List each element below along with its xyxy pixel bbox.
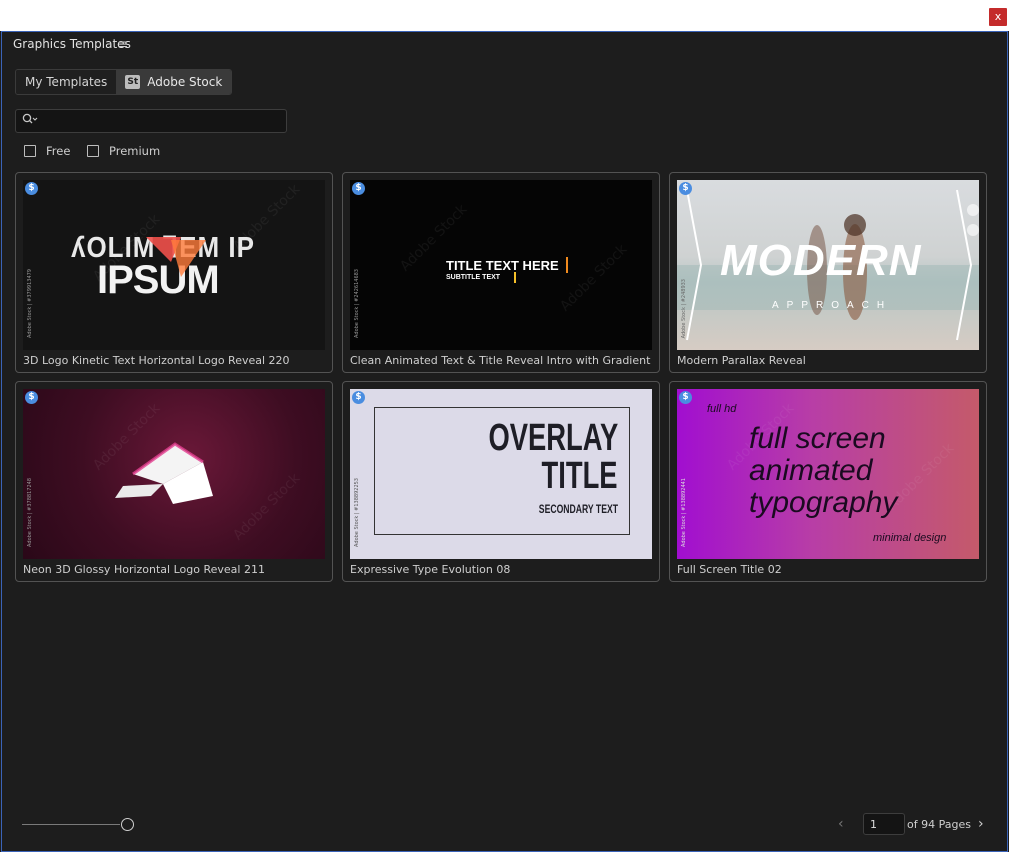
previous-page-button[interactable]: ‹ [838, 816, 844, 832]
search-icon[interactable] [22, 113, 38, 129]
side-watermark: Adobe Stock | #138892253 [354, 478, 360, 547]
stock-watermark: Adobe Stock [557, 241, 631, 315]
graphics-templates-panel: Graphics Templates ≡ My Templates St Ado… [1, 31, 1008, 852]
filter-label: Premium [109, 144, 161, 158]
close-button[interactable]: x [989, 8, 1007, 26]
premium-badge-icon: $ [25, 391, 38, 404]
premium-checkbox[interactable] [87, 145, 99, 157]
adobe-stock-icon: St [125, 75, 141, 89]
tab-my-templates[interactable]: My Templates [16, 70, 117, 94]
template-title: Expressive Type Evolution 08 [350, 563, 511, 576]
accent-bar [566, 257, 568, 273]
thumbnail-size-slider-handle[interactable] [121, 818, 134, 831]
art-line1: full screen [749, 422, 886, 455]
tab-adobe-stock[interactable]: St Adobe Stock [116, 70, 232, 94]
template-title: Neon 3D Glossy Horizontal Logo Reveal 21… [23, 563, 265, 576]
window-titlebar: x [0, 0, 1009, 31]
side-watermark: Adobe Stock | #248933 [681, 278, 687, 338]
page-count-label: of 94 Pages [907, 818, 971, 831]
source-tabs: My Templates St Adobe Stock [15, 69, 233, 95]
filter-free[interactable]: Free [24, 144, 70, 158]
tab-label: Adobe Stock [147, 75, 223, 89]
side-watermark: Adobe Stock | #242614683 [354, 269, 360, 338]
template-card[interactable]: $ Adobe Stock Adobe Stock ʎOLIM ⅂EM IP I… [15, 172, 333, 373]
art-subtitle: SUBTITLE TEXT [446, 274, 501, 281]
page-number-input[interactable] [863, 813, 905, 835]
template-thumbnail: $ Adobe Stock Adobe Stock TITLE TEXT HER… [350, 180, 652, 350]
template-title: Modern Parallax Reveal [677, 354, 806, 367]
art-top: full hd [707, 403, 737, 415]
template-card[interactable]: $ Adobe Stock Adobe Stock TITLE TEXT HER… [342, 172, 660, 373]
art-title: MODERN [720, 236, 922, 285]
search-box[interactable] [15, 109, 287, 133]
next-page-button[interactable]: › [978, 816, 984, 832]
side-watermark: Adobe Stock | #378817248 [27, 478, 33, 547]
template-title: 3D Logo Kinetic Text Horizontal Logo Rev… [23, 354, 290, 367]
art-subtitle: APPROACH [772, 300, 893, 311]
template-thumbnail: $ OVERLAY TITLE SECONDARY TEXT Adobe Sto… [350, 389, 652, 559]
free-checkbox[interactable] [24, 145, 36, 157]
premium-badge-icon: $ [25, 182, 38, 195]
accent-bar [514, 272, 516, 283]
template-thumbnail: $ MODERN APPROACH Adobe Stock | #248933 [677, 180, 979, 350]
art-line3: SECONDARY TEXT [538, 502, 618, 516]
template-title: Full Screen Title 02 [677, 563, 782, 576]
premium-badge-icon: $ [679, 391, 692, 404]
template-card[interactable]: $ OVERLAY TITLE SECONDARY TEXT Adobe Sto… [342, 381, 660, 582]
template-card[interactable]: $ MODERN APPROACH Adobe Stock | #248933 … [669, 172, 987, 373]
template-card[interactable]: $ Adobe Stock Adobe Stock full hd full s… [669, 381, 987, 582]
side-watermark: Adobe Stock | #138892441 [681, 478, 687, 547]
search-input[interactable] [42, 112, 281, 131]
filter-premium[interactable]: Premium [87, 144, 160, 158]
art-title: TITLE TEXT HERE [446, 258, 559, 273]
template-thumbnail: $ Adobe Stock Adobe Stock full hd full s… [677, 389, 979, 559]
panel-menu-icon[interactable]: ≡ [118, 37, 128, 51]
neon-logo-icon [115, 442, 213, 504]
premium-badge-icon: $ [679, 182, 692, 195]
template-card[interactable]: $ Adobe Stock Adobe Stock Adobe Stock | … [15, 381, 333, 582]
side-watermark: Adobe Stock | #379913479 [27, 269, 33, 338]
template-thumbnail: $ Adobe Stock Adobe Stock Adobe Stock | … [23, 389, 325, 559]
template-title: Clean Animated Text & Title Reveal Intro… [350, 354, 651, 367]
premium-badge-icon: $ [352, 182, 365, 195]
art-line2: TITLE [542, 455, 618, 497]
filter-label: Free [46, 144, 71, 158]
art-line2: animated [749, 454, 873, 487]
premium-badge-icon: $ [352, 391, 365, 404]
thumbnail-size-slider-track[interactable] [22, 824, 120, 825]
logo-mark-icon [146, 237, 206, 277]
panel-title: Graphics Templates [13, 37, 131, 51]
tab-label: My Templates [25, 75, 108, 89]
art-line1: OVERLAY [488, 417, 618, 459]
art-line3: typography [749, 486, 898, 519]
art-bottom: minimal design [873, 532, 947, 544]
template-thumbnail: $ Adobe Stock Adobe Stock ʎOLIM ⅂EM IP I… [23, 180, 325, 350]
